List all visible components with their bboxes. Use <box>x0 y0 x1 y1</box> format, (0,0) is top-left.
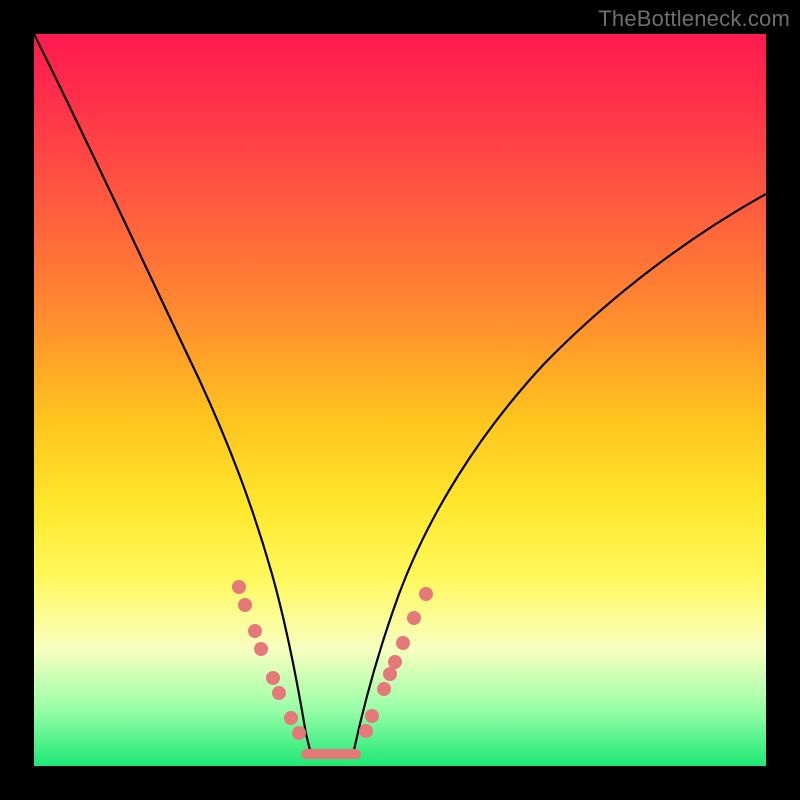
chart-frame: TheBottleneck.com <box>0 0 800 800</box>
right-curve <box>354 194 766 750</box>
chart-svg <box>34 34 766 766</box>
watermark-text: TheBottleneck.com <box>598 6 790 32</box>
left-curve <box>34 34 310 750</box>
markers-right <box>359 587 433 738</box>
markers-left <box>232 580 306 740</box>
